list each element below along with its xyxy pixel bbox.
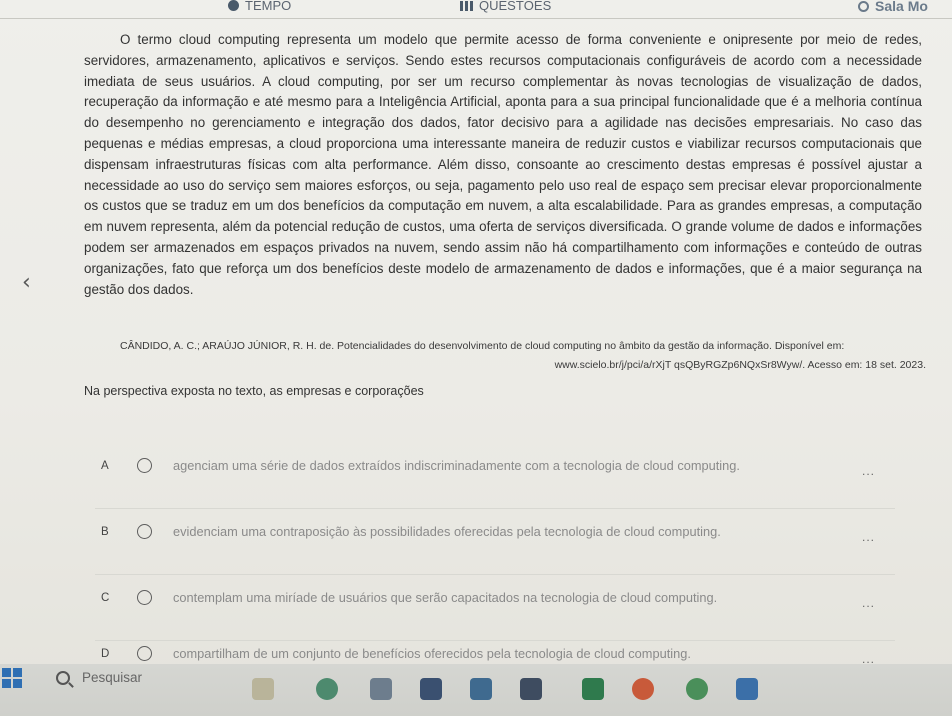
timer-label: TEMPO [245, 0, 292, 13]
question-prompt: Na perspectiva exposta no texto, as empr… [84, 384, 424, 398]
option-text: contemplam uma miríade de usuários que s… [173, 590, 718, 605]
option-letter: C [101, 592, 110, 604]
widget-icon[interactable] [252, 678, 274, 700]
radio-button[interactable] [137, 458, 152, 473]
clock-icon [228, 0, 239, 11]
radio-button[interactable] [137, 524, 152, 539]
radio-button[interactable] [137, 590, 152, 605]
chrome-icon[interactable] [632, 678, 654, 700]
option-letter: B [101, 526, 109, 538]
more-icon[interactable]: ... [862, 596, 875, 610]
browser-icon[interactable] [316, 678, 338, 700]
passage-paragraph: O termo cloud computing representa um mo… [84, 32, 922, 297]
store-icon[interactable] [420, 678, 442, 700]
room-label: Sala Mo [875, 0, 928, 14]
option-text: agenciam uma série de dados extraídos in… [173, 458, 740, 473]
option-b[interactable]: B evidenciam uma contraposição às possib… [95, 514, 895, 575]
citation: CÂNDIDO, A. C.; ARAÚJO JÚNIOR, R. H. de.… [120, 337, 926, 375]
word-icon[interactable] [736, 678, 758, 700]
more-icon[interactable]: ... [862, 530, 875, 544]
citation-line-2: www.scielo.br/j/pci/a/rXjT qsQByRGZp6NQx… [554, 359, 926, 371]
top-bar: TEMPO QUESTÕES Sala Mo [0, 0, 952, 16]
windows-start-icon[interactable] [2, 668, 22, 688]
app-icon[interactable] [520, 678, 542, 700]
questions-label: QUESTÕES [479, 0, 552, 13]
option-a[interactable]: A agenciam uma série de dados extraídos … [95, 448, 895, 509]
option-c[interactable]: C contemplam uma miríade de usuários que… [95, 580, 895, 641]
option-letter: D [101, 648, 110, 660]
citation-line-1: CÂNDIDO, A. C.; ARAÚJO JÚNIOR, R. H. de.… [120, 340, 845, 352]
search-icon [56, 670, 70, 685]
question-passage: O termo cloud computing representa um mo… [84, 30, 922, 300]
whatsapp-icon[interactable] [686, 678, 708, 700]
spreadsheet-icon[interactable] [582, 678, 604, 700]
timer-tab[interactable]: TEMPO [228, 0, 291, 13]
option-letter: A [101, 460, 109, 472]
option-text: compartilham de um conjunto de benefício… [173, 646, 691, 661]
taskbar-search[interactable]: Pesquisar [56, 670, 142, 685]
option-text: evidenciam uma contraposição às possibil… [173, 524, 721, 539]
camera-icon[interactable] [370, 678, 392, 700]
divider [0, 18, 952, 19]
file-explorer-icon[interactable] [470, 678, 492, 700]
radio-icon [858, 0, 869, 12]
room-tab[interactable]: Sala Mo [858, 0, 928, 14]
search-label: Pesquisar [82, 670, 143, 685]
grid-icon [460, 0, 473, 11]
chevron-left-icon[interactable]: ‹ [22, 270, 31, 295]
more-icon[interactable]: ... [862, 464, 875, 478]
questions-tab[interactable]: QUESTÕES [460, 0, 551, 13]
radio-button[interactable] [137, 646, 152, 661]
taskbar: Pesquisar [0, 664, 952, 716]
